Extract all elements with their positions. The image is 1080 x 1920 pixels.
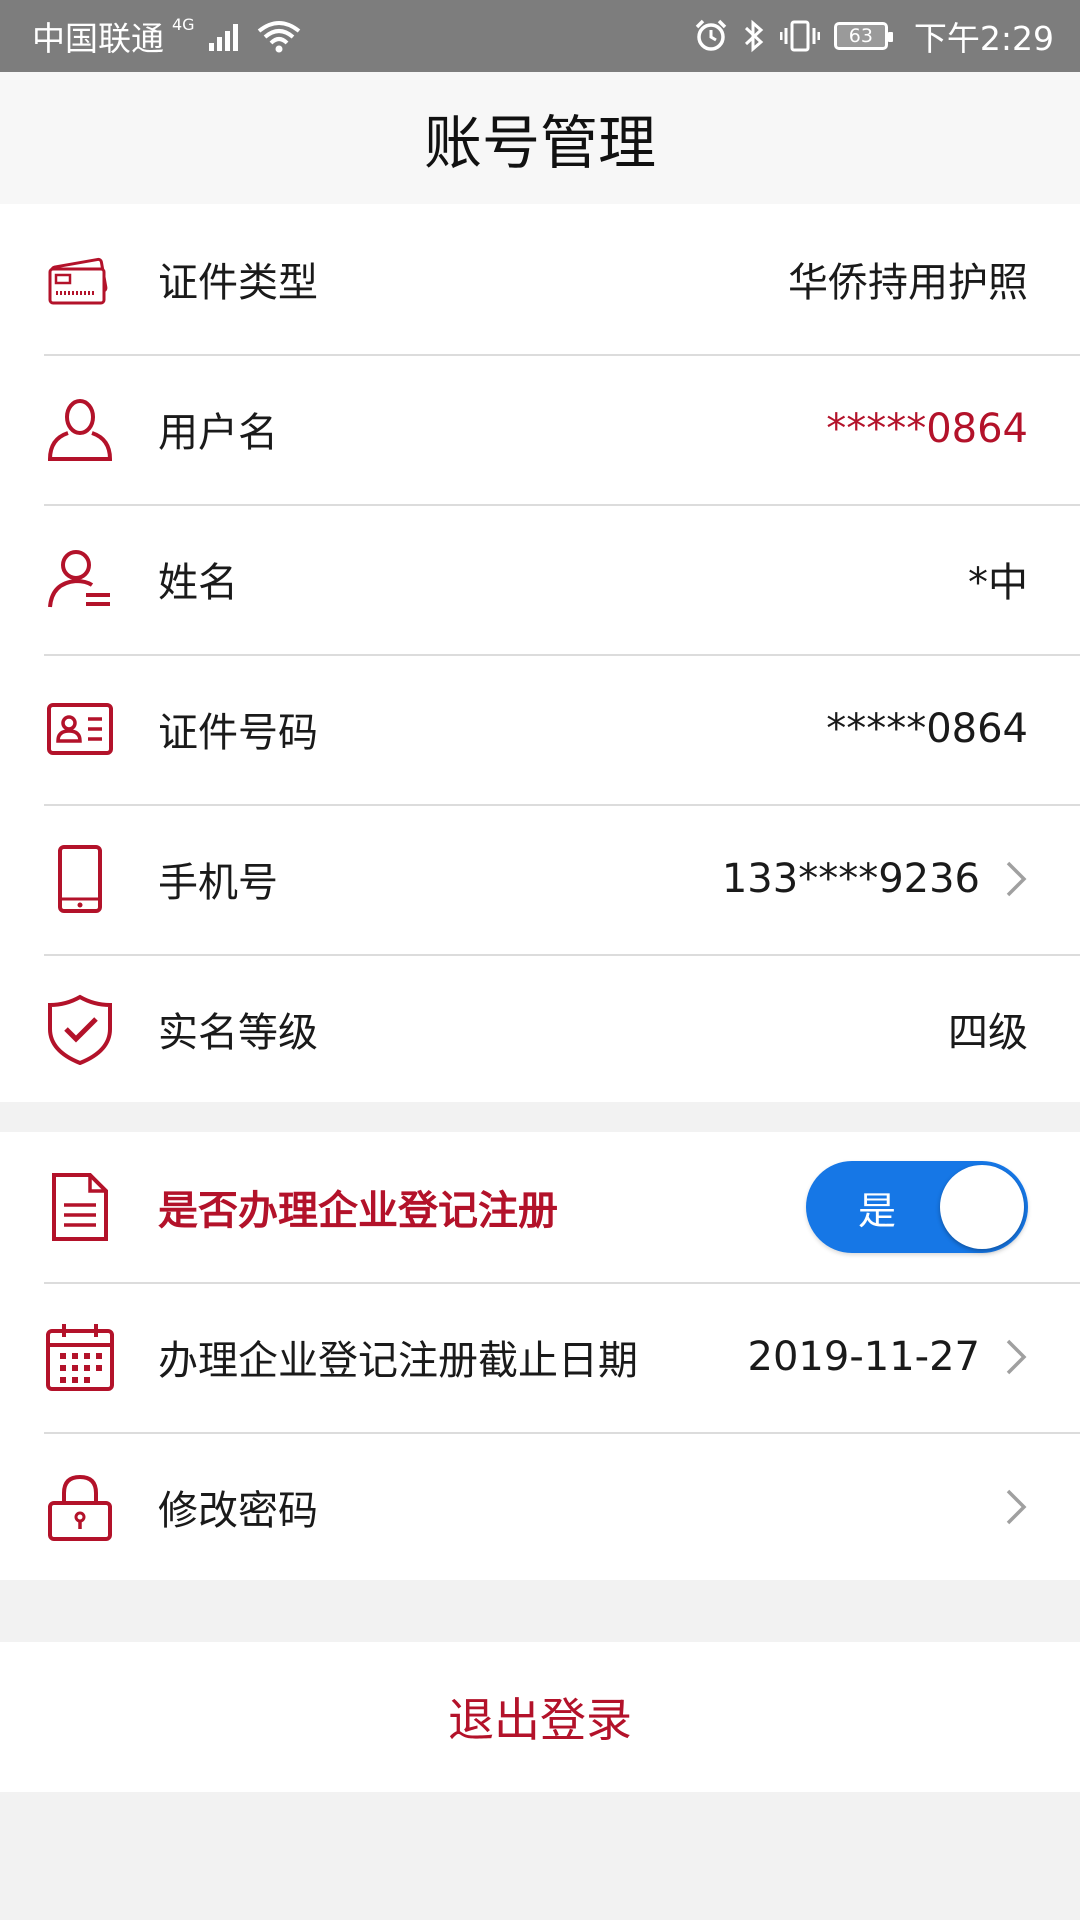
enterprise-deadline-value: 2019-11-27 — [747, 1334, 980, 1380]
logout-button[interactable]: 退出登录 — [0, 1642, 1080, 1792]
status-bar-right: 63 下午2:29 — [694, 12, 1054, 60]
enterprise-deadline-label: 办理企业登记注册截止日期 — [158, 1338, 638, 1384]
id-number-label: 证件号码 — [158, 710, 318, 756]
phone-value: 133****9236 — [721, 856, 980, 902]
status-bar-left: 中国联通 4G — [32, 12, 301, 60]
bluetooth-icon — [744, 19, 764, 53]
id-number-value: *****0864 — [826, 706, 1028, 752]
nav-bar: 账号管理 — [0, 72, 1080, 204]
enterprise-register-label: 是否办理企业登记注册 — [158, 1188, 558, 1234]
clock: 下午2:29 — [913, 19, 1054, 58]
id-card-icon — [44, 693, 116, 765]
row-enterprise-register: 是否办理企业登记注册 是 — [0, 1132, 1080, 1282]
username-label: 用户名 — [158, 410, 278, 456]
name-value: *中 — [968, 560, 1028, 606]
user-list-icon — [44, 543, 116, 615]
network-type: 4G — [172, 14, 195, 34]
lock-icon — [44, 1471, 116, 1543]
doc-type-label: 证件类型 — [158, 260, 318, 306]
row-phone[interactable]: 手机号 133****9236 — [0, 804, 1080, 954]
phone-icon — [44, 843, 116, 915]
change-password-label: 修改密码 — [158, 1488, 318, 1534]
doc-type-value: 华侨持用护照 — [788, 260, 1028, 306]
logout-group: 退出登录 — [0, 1642, 1080, 1792]
row-enterprise-deadline[interactable]: 办理企业登记注册截止日期 2019-11-27 — [0, 1282, 1080, 1432]
shield-check-icon — [44, 993, 116, 1065]
chevron-right-icon — [1006, 1339, 1027, 1375]
enterprise-register-toggle[interactable]: 是 — [806, 1161, 1028, 1253]
name-label: 姓名 — [158, 560, 238, 606]
realname-level-label: 实名等级 — [158, 1010, 318, 1056]
battery-icon: 63 — [833, 22, 893, 50]
phone-label: 手机号 — [158, 860, 278, 906]
wifi-icon — [257, 21, 300, 53]
row-realname-level: 实名等级 四级 — [0, 954, 1080, 1104]
carrier-name: 中国联通 — [32, 19, 164, 58]
username-value: *****0864 — [826, 406, 1028, 452]
account-management-screen: 中国联通 4G 63 下午2:29 账号管理 证件类型 华侨持用护照 用户名 *… — [0, 0, 1080, 1920]
toggle-label: 是 — [858, 1188, 897, 1233]
signal-icon — [208, 24, 238, 51]
row-id-number: 证件号码 *****0864 — [0, 654, 1080, 804]
realname-level-value: 四级 — [948, 1010, 1028, 1056]
enterprise-group: 是否办理企业登记注册 是 办理企业登记注册截止日期 2019-11-27 修改密… — [0, 1132, 1080, 1580]
vibrate-icon — [779, 20, 820, 52]
account-info-group: 证件类型 华侨持用护照 用户名 *****0864 姓名 *中 证件号码 ***… — [0, 204, 1080, 1102]
document-icon — [44, 1171, 116, 1243]
row-doc-type: 证件类型 华侨持用护照 — [0, 204, 1080, 354]
status-bar: 中国联通 4G 63 下午2:29 — [0, 0, 1080, 72]
chevron-right-icon — [1006, 1489, 1027, 1525]
row-change-password[interactable]: 修改密码 — [0, 1432, 1080, 1582]
row-username: 用户名 *****0864 — [0, 354, 1080, 504]
user-icon — [44, 393, 116, 465]
toggle-knob — [940, 1165, 1024, 1249]
card-icon — [44, 243, 116, 315]
calendar-icon — [44, 1321, 116, 1393]
chevron-right-icon — [1006, 861, 1027, 897]
alarm-icon — [695, 19, 727, 51]
page-title: 账号管理 — [423, 109, 656, 177]
row-name: 姓名 *中 — [0, 504, 1080, 654]
